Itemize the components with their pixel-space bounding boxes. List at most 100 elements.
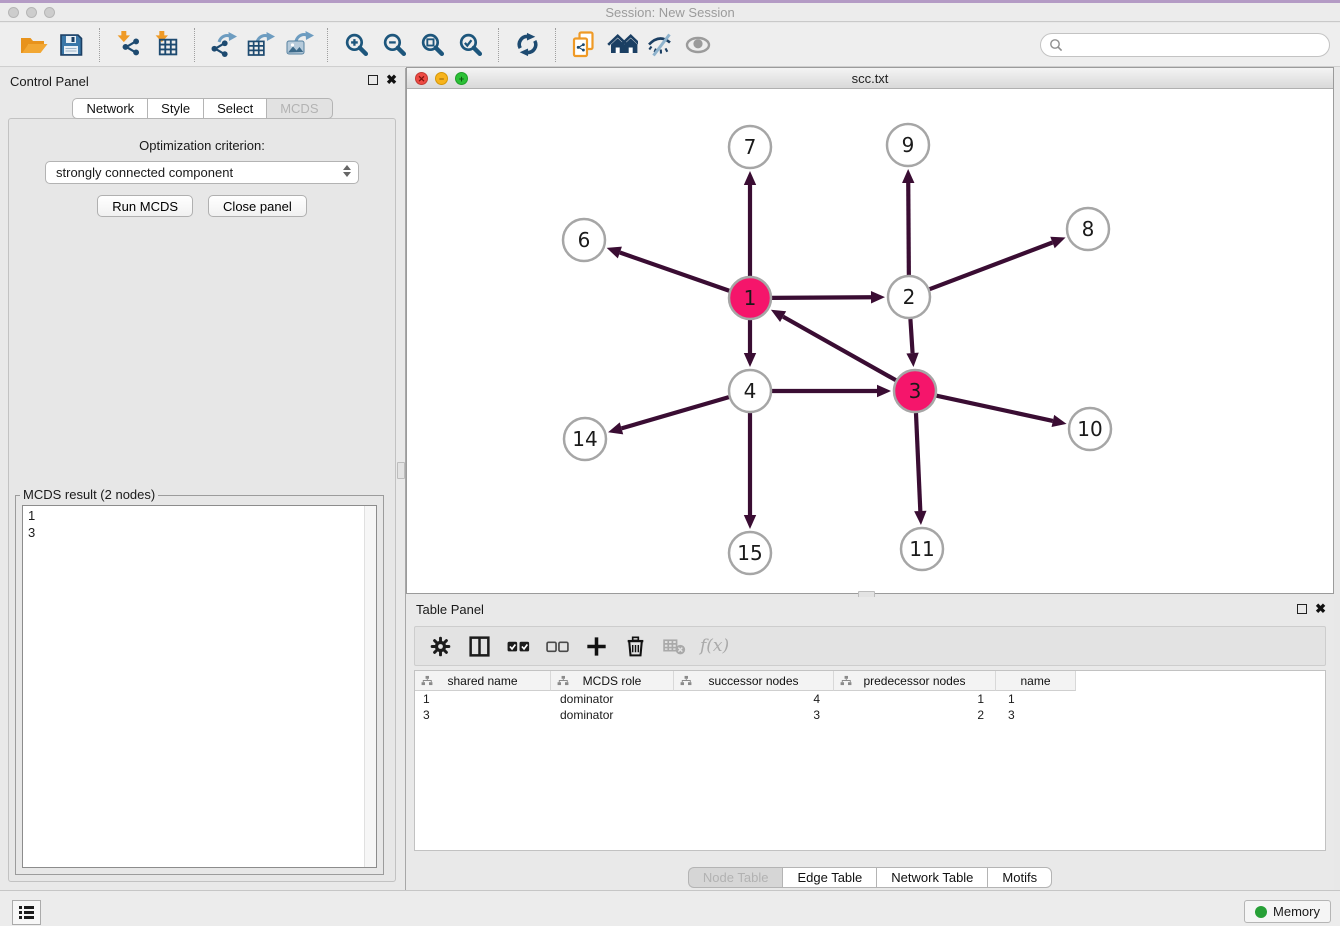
column-header-name[interactable]: name [996,671,1076,691]
edge-3-1[interactable] [771,310,896,380]
node-6[interactable]: 6 [563,219,605,261]
edge-4-15[interactable] [744,413,756,529]
close-panel-button[interactable]: Close panel [208,195,307,217]
home-button[interactable] [603,27,641,63]
node-3[interactable]: 3 [894,370,936,412]
tab-mcds[interactable]: MCDS [266,98,332,119]
column-header-mcds-role[interactable]: MCDS role [551,671,674,691]
node-10[interactable]: 10 [1069,408,1111,450]
edge-2-8[interactable] [930,237,1066,289]
network-view-window: ✕ − + scc.txt 7 9 6 8 1 2 4 3 14 10 15 11 [406,67,1334,594]
edge-arrowhead-icon [906,353,918,367]
search-input[interactable] [1040,33,1330,57]
import-network-button[interactable] [109,27,147,63]
vertical-splitter-grip[interactable] [397,462,405,479]
hide-selected-button[interactable] [641,27,679,63]
node-9[interactable]: 9 [887,124,929,166]
close-table-panel-icon[interactable]: ✖ [1315,603,1326,615]
edge-3-10[interactable] [936,396,1066,427]
column-header-successor-nodes[interactable]: successor nodes [674,671,834,691]
edge-1-6[interactable] [607,247,730,291]
memory-button[interactable]: Memory [1244,900,1331,923]
edge-1-2[interactable] [772,291,885,303]
export-table-button[interactable] [242,27,280,63]
table-toolbar: f(x) [414,626,1326,666]
zoom-selected-button[interactable] [451,27,489,63]
optimization-criterion-select[interactable]: strongly connected component [45,161,359,184]
edge-4-3[interactable] [772,385,891,397]
task-history-button[interactable] [12,900,41,925]
table-cell[interactable]: 1 [996,691,1076,707]
edge-2-3[interactable] [906,319,918,367]
float-panel-icon[interactable] [368,75,378,85]
node-15[interactable]: 15 [729,532,771,574]
node-7[interactable]: 7 [729,126,771,168]
mcds-result-scrollbar[interactable] [364,506,376,867]
control-panel-tabs: NetworkStyleSelectMCDS [0,98,405,119]
table-cell[interactable]: 1 [415,691,551,707]
table-row[interactable]: 3dominator323 [415,707,1325,723]
zoom-in-button[interactable] [337,27,375,63]
node-label: 6 [578,228,591,252]
close-panel-icon[interactable]: ✖ [386,74,397,86]
float-table-panel-icon[interactable] [1297,604,1307,614]
duplicate-network-button[interactable] [565,27,603,63]
export-network-button[interactable] [204,27,242,63]
edge-3-11[interactable] [914,413,926,525]
tab-motifs[interactable]: Motifs [987,867,1052,888]
edge-2-9[interactable] [902,169,914,275]
tab-select[interactable]: Select [203,98,266,119]
zoom-out-button[interactable] [375,27,413,63]
table-cell[interactable]: 4 [674,691,834,707]
gear-button[interactable] [427,633,453,659]
network-window-title: scc.txt [407,71,1333,86]
node-2[interactable]: 2 [888,276,930,318]
mcds-result-list[interactable]: 13 [22,505,377,868]
tab-network[interactable]: Network [72,98,147,119]
node-1[interactable]: 1 [729,277,771,319]
node-4[interactable]: 4 [729,370,771,412]
columns-button[interactable] [466,633,492,659]
mcds-result-line: 1 [28,507,371,524]
import-table-button[interactable] [147,27,185,63]
application-window: Session: New Session Control Panel ✖ Net… [0,0,1340,926]
open-button[interactable] [14,27,52,63]
table-cell[interactable]: 3 [996,707,1076,723]
table-cell[interactable]: 3 [674,707,834,723]
column-header-shared-name[interactable]: shared name [415,671,551,691]
table-cell[interactable]: 2 [834,707,996,723]
save-button[interactable] [52,27,90,63]
search-container [1040,33,1330,57]
node-label: 4 [744,379,757,403]
table-row[interactable]: 1dominator411 [415,691,1325,707]
edge-4-14[interactable] [608,397,729,434]
unselect-all-button[interactable] [544,633,570,659]
table-cell[interactable]: dominator [551,707,674,723]
gear-icon [428,634,453,659]
edge-1-4[interactable] [744,320,756,367]
node-11[interactable]: 11 [901,528,943,570]
table-cell[interactable]: 1 [834,691,996,707]
refresh-button[interactable] [508,27,546,63]
network-canvas[interactable]: 7 9 6 8 1 2 4 3 14 10 15 11 [407,89,1333,593]
run-mcds-button[interactable]: Run MCDS [97,195,193,217]
add-button[interactable] [583,633,609,659]
delete-button[interactable] [622,633,648,659]
export-image-button[interactable] [280,27,318,63]
select-all-button[interactable] [505,633,531,659]
mcds-result-title: MCDS result (2 nodes) [20,487,158,502]
tab-style[interactable]: Style [147,98,203,119]
network-graph[interactable]: 7 9 6 8 1 2 4 3 14 10 15 11 [407,89,1333,593]
node-14[interactable]: 14 [564,418,606,460]
tab-network-table[interactable]: Network Table [876,867,987,888]
zoom-fit-button[interactable] [413,27,451,63]
table-cell[interactable]: 3 [415,707,551,723]
table-cell[interactable]: dominator [551,691,674,707]
tab-node-table[interactable]: Node Table [688,867,783,888]
edge-1-7[interactable] [744,171,756,276]
app-titlebar[interactable]: Session: New Session [0,3,1340,22]
column-header-predecessor-nodes[interactable]: predecessor nodes [834,671,996,691]
network-window-titlebar[interactable]: ✕ − + scc.txt [407,68,1333,89]
node-8[interactable]: 8 [1067,208,1109,250]
tab-edge-table[interactable]: Edge Table [782,867,876,888]
